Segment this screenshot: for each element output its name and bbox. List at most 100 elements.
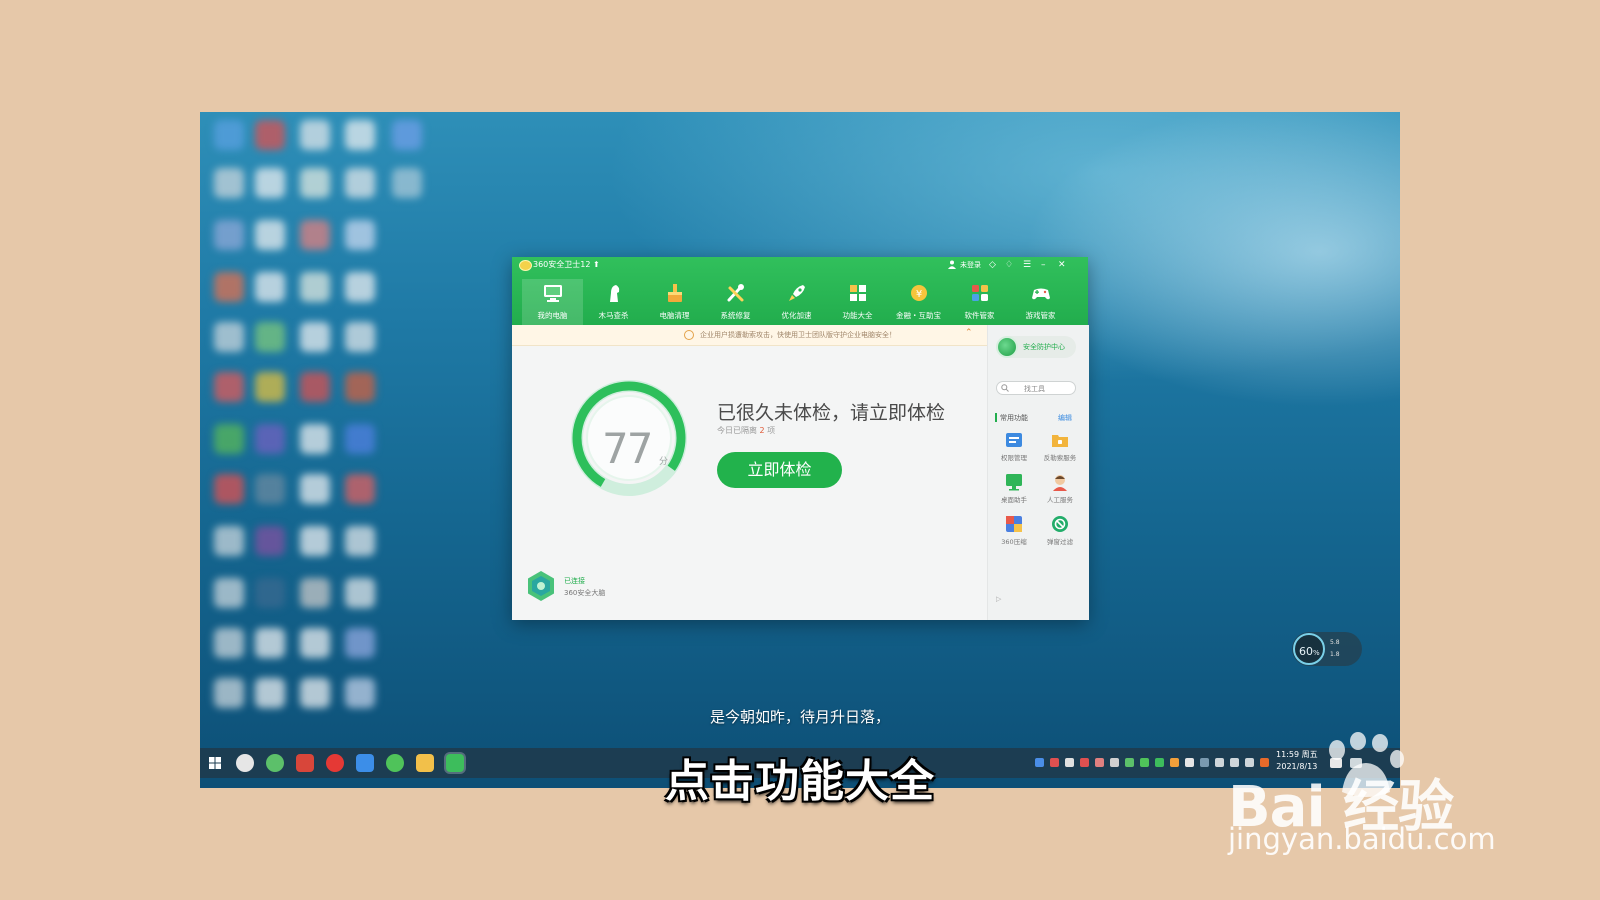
desktop-icon[interactable] [214, 120, 244, 150]
desktop-icon[interactable] [255, 678, 285, 708]
desktop-icon[interactable] [255, 220, 285, 250]
tool-360-compress[interactable]: 360压缩 [992, 515, 1036, 555]
desktop-icon[interactable] [214, 272, 244, 302]
desktop-icon[interactable] [392, 168, 422, 198]
desktop-icon[interactable] [345, 272, 375, 302]
tool-label: 弹窗过滤 [1047, 538, 1073, 546]
tool-label: 桌面助手 [1001, 496, 1027, 504]
user-icon[interactable] [948, 260, 956, 269]
tool-popup-filter[interactable]: 弹窗过滤 [1038, 515, 1082, 555]
desktop-icon[interactable] [392, 120, 422, 150]
desktop-icon[interactable] [255, 526, 285, 556]
tool-anti-ransom[interactable]: 反勒索服务 [1038, 431, 1082, 471]
network-speed-widget[interactable]: 60% 5.8 1.8 [1292, 632, 1362, 666]
desktop-icon[interactable] [300, 372, 330, 402]
compress-icon [1006, 516, 1022, 532]
tool-human-service[interactable]: 人工服务 [1038, 473, 1082, 513]
desktop-icon[interactable] [214, 322, 244, 352]
nav-item-game-manager[interactable]: 游戏管家 [1010, 279, 1071, 325]
close-button[interactable]: ✕ [1058, 259, 1066, 271]
desktop-icon[interactable] [300, 678, 330, 708]
title-bar[interactable]: 360安全卫士12 ⬆ 未登录 ◇ ♢ ☰ – ✕ [512, 257, 1088, 273]
desktop-icon[interactable] [345, 678, 375, 708]
nav-item-software-manager[interactable]: 软件管家 [949, 279, 1010, 325]
nav-label: 电脑清理 [659, 311, 690, 320]
nav-item-system-repair[interactable]: 系统修复 [705, 279, 766, 325]
tool-search-input[interactable]: 找工具 [996, 381, 1076, 395]
desktop-icon[interactable] [300, 120, 330, 150]
desktop-icon[interactable] [300, 474, 330, 504]
nav-item-speedup[interactable]: 优化加速 [766, 279, 827, 325]
desktop-icon[interactable] [300, 628, 330, 658]
collapse-icon[interactable]: ⌃ [965, 328, 973, 338]
desktop-helper-icon [1006, 474, 1022, 491]
desktop-icon[interactable] [345, 578, 375, 608]
desktop-icon[interactable] [345, 474, 375, 504]
desktop-icon[interactable] [214, 578, 244, 608]
download-speed: 1.8 [1330, 651, 1340, 658]
score-unit: 分 [659, 457, 669, 467]
nav-item-trojan-scan[interactable]: 木马查杀 [583, 279, 644, 325]
expand-icon[interactable]: ▷ [996, 595, 1001, 603]
desktop-icon[interactable] [255, 322, 285, 352]
nav-label: 系统修复 [720, 311, 751, 320]
skin-icon[interactable]: ◇ [989, 259, 996, 271]
desktop-icon[interactable] [300, 220, 330, 250]
tool-permission-manager[interactable]: 权限管理 [992, 431, 1036, 471]
start-checkup-button[interactable]: 立即体检 [717, 452, 842, 488]
desktop-icon[interactable] [214, 474, 244, 504]
desktop-icon[interactable] [214, 628, 244, 658]
monitor-icon [544, 285, 562, 302]
notice-banner[interactable]: 企业用户损遭勒索攻击，快使用卫士团队版守护企业电脑安全！ ⌃ [512, 325, 987, 346]
desktop-icon[interactable] [214, 678, 244, 708]
desktop-icon[interactable] [255, 424, 285, 454]
desktop-icon[interactable] [300, 526, 330, 556]
desktop-icon[interactable] [300, 168, 330, 198]
minimize-button[interactable]: – [1041, 259, 1046, 271]
svg-text:¥: ¥ [916, 289, 922, 300]
nav-label: 功能大全 [842, 311, 873, 320]
desktop-icon[interactable] [214, 220, 244, 250]
nav-item-my-computer[interactable]: 我的电脑 [522, 279, 583, 325]
broom-icon [668, 284, 682, 302]
tool-desktop-helper[interactable]: 桌面助手 [992, 473, 1036, 513]
desktop-icon[interactable] [345, 120, 375, 150]
memory-percent: 60 [1299, 645, 1313, 658]
desktop-icon[interactable] [300, 272, 330, 302]
nav-item-all-features[interactable]: 功能大全 [827, 279, 888, 325]
desktop-icon[interactable] [214, 526, 244, 556]
desktop-icon[interactable] [300, 424, 330, 454]
edit-link[interactable]: 编辑 [1058, 413, 1072, 423]
isolated-suffix: 项 [764, 426, 776, 435]
desktop-screen: 360安全卫士12 ⬆ 未登录 ◇ ♢ ☰ – ✕ 我的电脑 木马查杀 电脑清理… [200, 112, 1400, 788]
desktop-icon[interactable] [255, 628, 285, 658]
desktop-icon[interactable] [255, 372, 285, 402]
desktop-icon[interactable] [214, 168, 244, 198]
shirt-icon[interactable]: ♢ [1005, 259, 1013, 271]
desktop-icon[interactable] [255, 120, 285, 150]
common-functions-title: 常用功能 [1000, 414, 1028, 422]
desktop-icon[interactable] [214, 372, 244, 402]
desktop-icon[interactable] [345, 424, 375, 454]
nav-item-cleanup[interactable]: 电脑清理 [644, 279, 705, 325]
desktop-icon[interactable] [345, 628, 375, 658]
tool-label: 人工服务 [1047, 496, 1073, 504]
desktop-icon[interactable] [255, 474, 285, 504]
desktop-icon[interactable] [214, 424, 244, 454]
nav-item-finance[interactable]: ¥ 金融・互助宝 [888, 279, 949, 325]
notice-text[interactable]: 企业用户损遭勒索攻击，快使用卫士团队版守护企业电脑安全！ [700, 330, 896, 340]
security-brain-icon[interactable] [526, 570, 556, 602]
desktop-icon[interactable] [300, 578, 330, 608]
desktop-icon[interactable] [300, 322, 330, 352]
desktop-icon[interactable] [345, 526, 375, 556]
desktop-icon[interactable] [255, 272, 285, 302]
menu-icon[interactable]: ☰ [1023, 259, 1031, 271]
login-link[interactable]: 未登录 [960, 260, 981, 270]
desktop-icon[interactable] [345, 322, 375, 352]
desktop-icon[interactable] [345, 372, 375, 402]
security-center-button[interactable]: 安全防护中心 [996, 336, 1076, 358]
desktop-icon[interactable] [255, 168, 285, 198]
desktop-icon[interactable] [345, 220, 375, 250]
desktop-icon[interactable] [345, 168, 375, 198]
desktop-icon[interactable] [255, 578, 285, 608]
